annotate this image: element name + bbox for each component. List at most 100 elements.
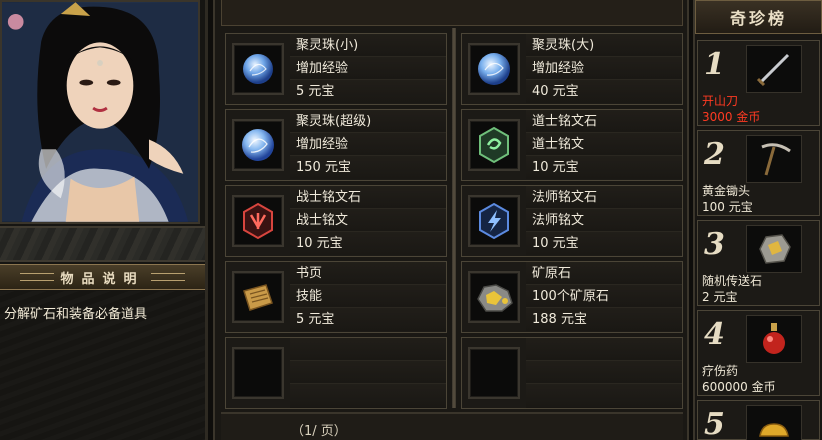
item-effect: 技能 [290,285,446,308]
item-effect: 战士铭文 [290,209,446,232]
shop-item-slot[interactable]: 聚灵珠(大) 增加经验 40 元宝 [461,33,683,105]
item-name: 聚灵珠(超级) [290,110,446,133]
ranking-entry[interactable]: 1 开山刀 3000 金币 [697,40,820,126]
rank-item-icon-frame[interactable] [746,315,802,363]
item-effect: 法师铭文 [526,209,682,232]
shop-item-slot[interactable]: 聚灵珠(超级) 增加经验 150 元宝 [225,109,447,181]
item-effect [290,361,446,384]
item-effect: 增加经验 [526,57,682,80]
gold-ingot-icon [759,423,789,437]
item-effect: 增加经验 [290,57,446,80]
item-info: 矿原石 100个矿原石 188 元宝 [526,262,682,332]
taoist-rune-icon [479,126,509,164]
item-effect: 100个矿原石 [526,285,682,308]
item-effect [526,361,682,384]
item-icon-frame[interactable] [232,195,284,247]
item-info: 聚灵珠(超级) 增加经验 150 元宝 [290,110,446,180]
item-icon-frame[interactable] [468,195,520,247]
blue-orb-icon [478,53,510,85]
item-info: 聚灵珠(小) 增加经验 5 元宝 [290,34,446,104]
item-icon-frame[interactable] [468,119,520,171]
ornament-right [150,273,185,281]
rank-item-price: 600000 金币 [702,380,776,394]
decorative-stone-band [0,226,205,262]
item-price [526,384,682,407]
rank-item-icon-frame[interactable] [746,405,802,440]
rank-item-icon-frame[interactable] [746,135,802,183]
item-icon-frame[interactable] [468,271,520,323]
item-effect: 增加经验 [290,133,446,156]
ranking-entry[interactable]: 2 黄金锄头 100 元宝 [697,130,820,216]
ranking-entry[interactable]: 3 随机传送石 2 元宝 [697,220,820,306]
portrait-image [2,2,198,222]
ornament-left [20,273,55,281]
item-name: 道士铭文石 [526,110,682,133]
rank-item-price: 3000 金币 [702,110,761,124]
item-description-body: 分解矿石和装备必备道具 [0,291,205,440]
item-name: 聚灵珠(大) [526,34,682,57]
rank-number: 2 [704,137,725,172]
shop-item-slot[interactable]: 战士铭文石 战士铭文 10 元宝 [225,185,447,257]
warrior-rune-icon [243,202,273,240]
item-info: 书页 技能 5 元宝 [290,262,446,332]
item-description-header: 物品说明 [0,264,205,290]
item-price: 40 元宝 [526,80,682,103]
item-price: 10 元宝 [526,232,682,255]
shop-pager-bar: （1/ 页） [221,412,683,440]
blue-orb-icon [242,129,274,161]
item-name: 矿原石 [526,262,682,285]
rank-item-price: 2 元宝 [702,290,738,304]
item-price: 10 元宝 [526,156,682,179]
item-name: 聚灵珠(小) [290,34,446,57]
item-name: 战士铭文石 [290,186,446,209]
item-price: 188 元宝 [526,308,682,331]
shop-item-slot[interactable]: 聚灵珠(小) 增加经验 5 元宝 [225,33,447,105]
rank-item-icon-frame[interactable] [746,45,802,93]
column-divider [452,28,456,408]
ranking-panel: 奇珍榜 1 开山刀 3000 金币 2 黄金锄头 100 元宝 3 随机传送石 … [693,0,822,440]
item-info: 聚灵珠(大) 增加经验 40 元宝 [526,34,682,104]
shop-top-bar [221,0,683,26]
rank-item-name: 黄金锄头 [702,184,751,198]
blue-orb-icon [243,54,273,84]
ranking-header: 奇珍榜 [695,0,822,34]
item-icon-frame[interactable] [232,347,284,399]
shop-item-slot[interactable]: 矿原石 100个矿原石 188 元宝 [461,261,683,333]
rank-number: 1 [704,47,725,82]
ranking-entry[interactable]: 4 疗伤药 600000 金币 [697,310,820,396]
character-portrait [0,0,200,224]
item-name [290,338,446,361]
rank-item-name: 随机传送石 [702,274,763,288]
item-icon-frame[interactable] [232,43,284,95]
rank-number: 4 [704,317,725,352]
ranking-entry[interactable]: 5 [697,400,820,440]
item-info: 战士铭文石 战士铭文 10 元宝 [290,186,446,256]
shop-panel: 聚灵珠(小) 增加经验 5 元宝 聚灵珠(大) 增加经验 40 元宝 聚灵珠(超… [213,0,689,440]
item-info: 道士铭文石 道士铭文 10 元宝 [526,110,682,180]
shop-item-slot-empty[interactable] [461,337,683,409]
shop-item-slot[interactable]: 法师铭文石 法师铭文 10 元宝 [461,185,683,257]
item-info [290,338,446,408]
mage-rune-icon [479,202,509,240]
ore-icon [477,284,513,312]
pickaxe-icon [761,143,791,176]
rank-item-icon-frame[interactable] [746,225,802,273]
rank-number: 3 [704,227,725,262]
teleport-stone-icon [759,234,791,264]
item-icon-frame[interactable] [232,271,284,323]
shop-item-slot[interactable]: 道士铭文石 道士铭文 10 元宝 [461,109,683,181]
rank-item-name: 疗伤药 [702,364,739,378]
shop-item-slot-empty[interactable] [225,337,447,409]
item-description-text: 分解矿石和装备必备道具 [4,307,148,322]
item-icon-frame[interactable] [468,43,520,95]
item-icon-frame[interactable] [468,347,520,399]
item-info: 法师铭文石 法师铭文 10 元宝 [526,186,682,256]
item-name: 法师铭文石 [526,186,682,209]
shop-item-slot[interactable]: 书页 技能 5 元宝 [225,261,447,333]
ranking-title: 奇珍榜 [729,9,787,28]
rank-item-name: 开山刀 [702,94,739,108]
item-info [526,338,682,408]
item-icon-frame[interactable] [232,119,284,171]
item-price [290,384,446,407]
item-price: 5 元宝 [290,308,446,331]
